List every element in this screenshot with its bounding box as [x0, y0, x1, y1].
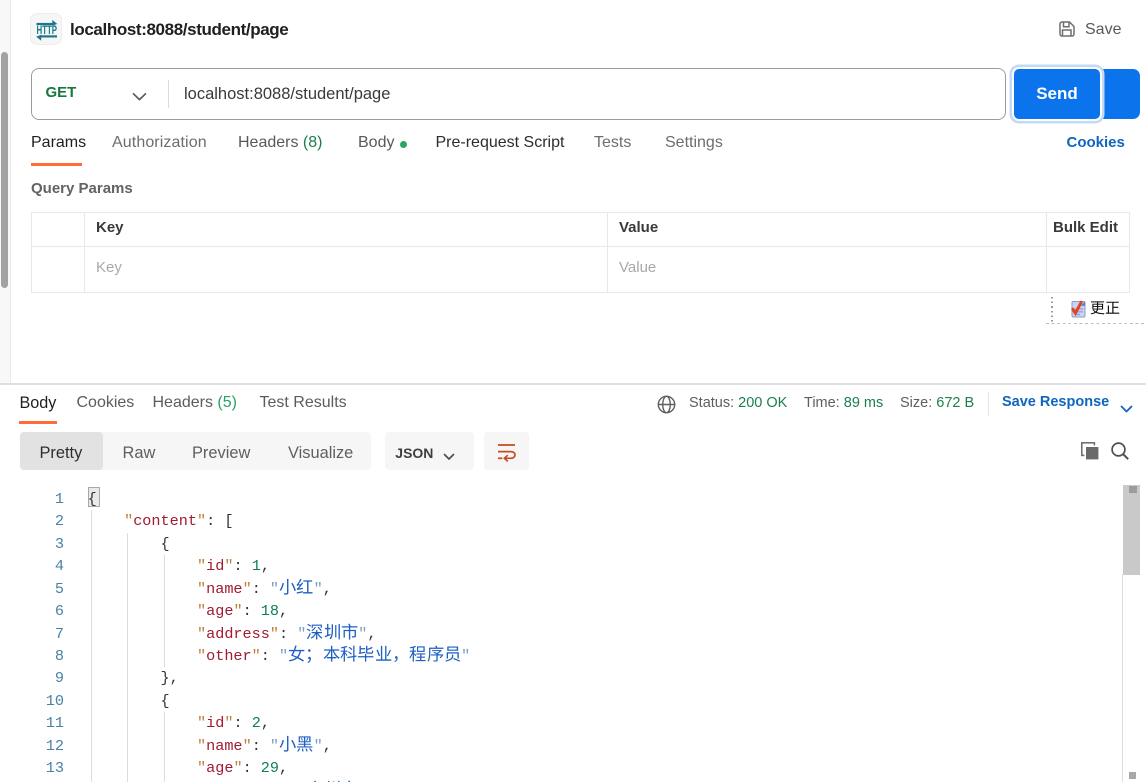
svg-text:HTTP: HTTP [37, 25, 58, 37]
